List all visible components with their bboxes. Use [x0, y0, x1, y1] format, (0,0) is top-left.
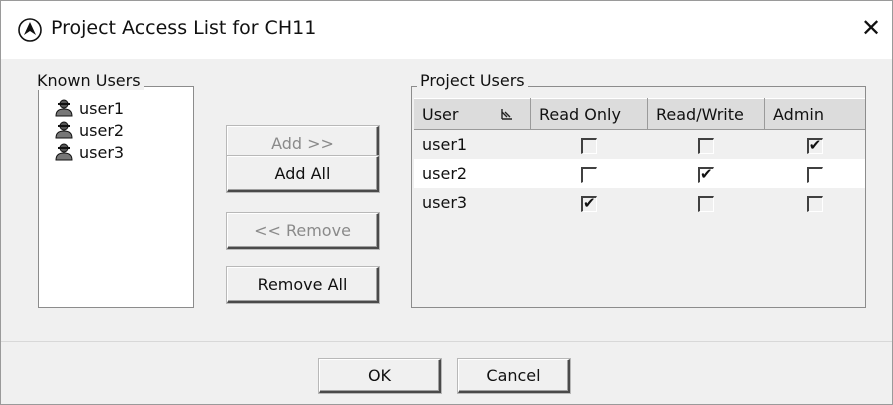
close-button[interactable]: ✕ — [856, 13, 886, 43]
column-header-admin[interactable]: Admin — [764, 98, 865, 130]
read-write-cell: ✔ — [647, 159, 765, 188]
known-user-label: user3 — [79, 142, 125, 162]
read-write-cell — [647, 188, 765, 217]
column-header-read-write[interactable]: Read/Write — [647, 98, 765, 130]
table-row[interactable]: user1 ✔ — [414, 129, 865, 159]
known-user-item[interactable]: user2 — [55, 119, 124, 141]
user-cell: user2 — [414, 159, 531, 188]
read-only-checkbox[interactable] — [581, 166, 597, 183]
admin-cell — [764, 188, 865, 217]
read-only-cell — [530, 129, 648, 159]
known-user-label: user2 — [79, 120, 125, 140]
known-user-label: user1 — [79, 98, 125, 118]
app-logo-icon — [18, 18, 42, 42]
read-only-cell — [530, 159, 648, 188]
admin-cell — [764, 159, 865, 188]
read-write-checkbox[interactable]: ✔ — [698, 164, 714, 183]
table-header-row: User Read Only Read/Write Admin — [414, 98, 865, 130]
read-only-checkbox[interactable]: ✔ — [581, 193, 597, 212]
sort-icon[interactable] — [500, 107, 514, 121]
known-users-list[interactable]: user1 user2 user3 — [38, 86, 194, 308]
read-write-checkbox[interactable] — [698, 195, 714, 212]
known-user-item[interactable]: user1 — [55, 97, 124, 119]
ok-button[interactable]: OK — [319, 359, 441, 393]
read-write-cell — [647, 129, 765, 159]
table-row[interactable]: user2 ✔ — [414, 159, 865, 188]
column-header-read-only[interactable]: Read Only — [530, 98, 648, 130]
project-users-legend: Project Users — [417, 71, 528, 90]
known-user-item[interactable]: user3 — [55, 141, 124, 163]
admin-cell: ✔ — [764, 129, 865, 159]
column-header-label: User — [422, 104, 459, 124]
check-icon: ✔ — [808, 135, 822, 154]
admin-checkbox[interactable]: ✔ — [806, 135, 823, 154]
column-header-user[interactable]: User — [414, 98, 531, 130]
check-icon: ✔ — [700, 164, 713, 183]
title-bar: Project Access List for CH11 ✕ — [1, 1, 892, 59]
read-write-checkbox[interactable] — [698, 137, 714, 154]
user-icon — [55, 121, 73, 139]
project-users-table: User Read Only Read/Write Admin user1 ✔ us… — [414, 98, 865, 217]
admin-checkbox[interactable] — [806, 195, 823, 212]
user-cell: user3 — [414, 188, 531, 217]
footer-separator — [1, 341, 892, 342]
cancel-button[interactable]: Cancel — [458, 359, 570, 393]
remove-all-button[interactable]: Remove All — [227, 267, 379, 303]
user-cell: user1 — [414, 129, 531, 159]
add-all-button[interactable]: Add All — [227, 156, 379, 192]
user-icon — [55, 143, 73, 161]
project-access-dialog: Project Access List for CH11 ✕ user1 user… — [0, 0, 893, 405]
read-only-cell: ✔ — [530, 188, 648, 217]
check-icon: ✔ — [583, 193, 596, 212]
admin-checkbox[interactable] — [806, 166, 823, 183]
read-only-checkbox[interactable] — [581, 137, 597, 154]
known-users-legend: Known Users — [34, 71, 144, 90]
window-title: Project Access List for CH11 — [51, 17, 317, 39]
remove-button[interactable]: << Remove — [227, 213, 379, 249]
table-row[interactable]: user3 ✔ — [414, 188, 865, 217]
user-icon — [55, 99, 73, 117]
